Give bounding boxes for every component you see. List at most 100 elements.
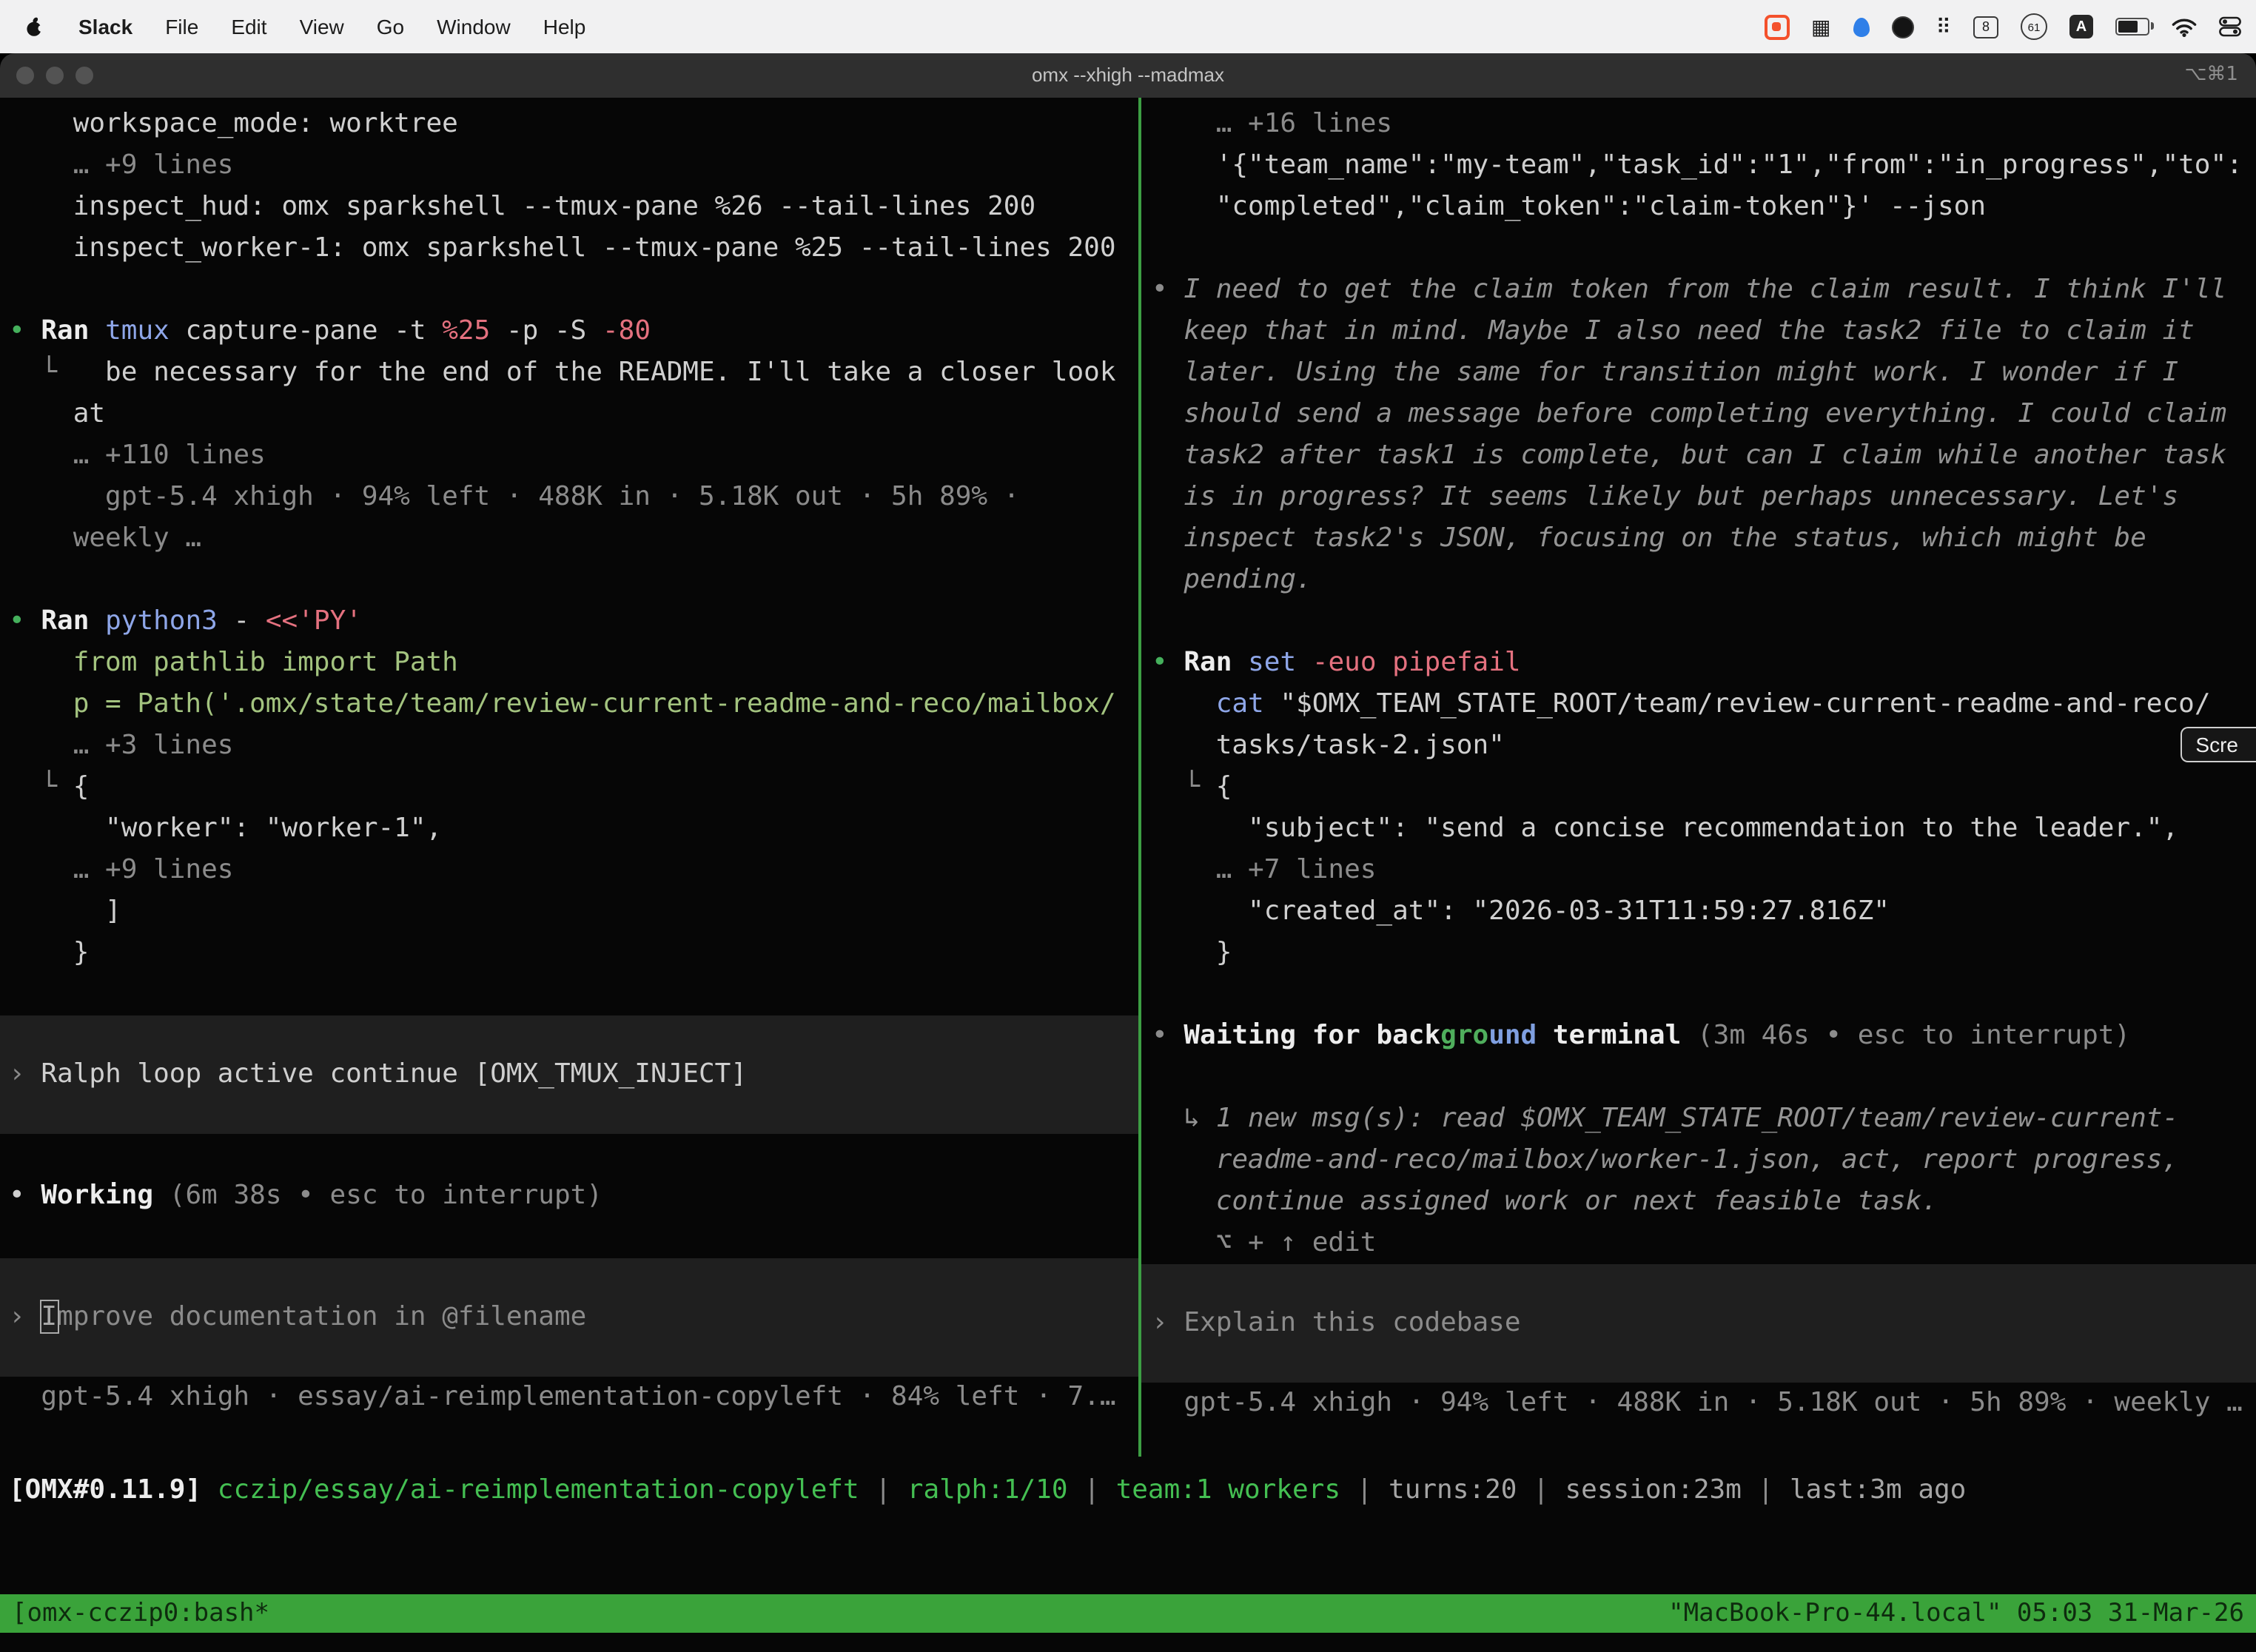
control-center-icon[interactable] xyxy=(2219,16,2241,37)
menu-item-file[interactable]: File xyxy=(149,0,215,53)
composer-suggestion[interactable]: › Explain this codebase xyxy=(1141,1264,2256,1383)
text-segment: … +110 lines xyxy=(73,440,266,471)
menu-item-view[interactable]: View xyxy=(283,0,360,53)
terminal-line: p = Path('.omx/state/team/review-current… xyxy=(0,684,1138,725)
terminal-line: … +3 lines xyxy=(0,725,1138,767)
menu-item-go[interactable]: Go xyxy=(360,0,420,53)
raindrop-icon[interactable] xyxy=(1853,17,1869,36)
left-terminal-pane[interactable]: workspace_mode: worktree … +9 lines inspec… xyxy=(0,98,1138,1457)
terminal-line: "worker": "worker-1", xyxy=(0,808,1138,850)
dots-grid-icon[interactable]: ⠿ xyxy=(1936,14,1951,39)
terminal-line: } xyxy=(1141,933,2256,974)
tmux-host-clock: "MacBook-Pro-44.local" 05:03 31-Mar-26 xyxy=(1668,1599,2244,1628)
composer-input[interactable]: › Improve documentation in @filename xyxy=(0,1258,1138,1377)
terminal-line: … +110 lines xyxy=(0,435,1138,477)
text-segment: turns:20 xyxy=(1389,1474,1517,1505)
text-segment: Ran xyxy=(41,605,105,637)
text-segment: } xyxy=(73,937,90,968)
text-segment: ralph:1/10 xyxy=(907,1474,1068,1505)
text-segment: "created_at": "2026-03-31T11:59:27.816Z" xyxy=(1248,896,1890,927)
text-segment: task2 after task1 is complete, but can I… xyxy=(1184,440,2226,471)
terminal-line: tasks/task-2.json" xyxy=(1141,725,2256,767)
menu-item-window[interactable]: Window xyxy=(420,0,527,53)
apple-menu-icon[interactable] xyxy=(0,16,62,38)
screen-recording-icon[interactable] xyxy=(1764,14,1789,39)
text-segment: [OMX#0.11.9] xyxy=(9,1474,218,1505)
text-segment: Ran xyxy=(41,315,105,346)
text-segment: | xyxy=(1517,1474,1565,1505)
text-segment: mprove documentation in @filename xyxy=(57,1301,586,1332)
text-segment: … +9 lines xyxy=(73,150,234,181)
terminal-line: └ { xyxy=(0,767,1138,808)
text-segment: be necessary for the end of the README. … xyxy=(57,357,1116,388)
text-segment: gpt-5.4 xhigh · 94% left · 488K in · 5.1… xyxy=(105,481,1019,512)
terminal-line: › Improve documentation in @filename xyxy=(0,1297,1138,1338)
terminal-line: … +9 lines xyxy=(0,145,1138,187)
text-segment: | xyxy=(1742,1474,1790,1505)
text-segment: • xyxy=(1152,274,1184,305)
keyboard-8-icon[interactable]: 8 xyxy=(1973,16,1998,38)
terminal-line: └ be necessary for the end of the README… xyxy=(0,352,1138,394)
terminal-line: • Ran python3 - <<'PY' xyxy=(0,601,1138,642)
menu-app-name[interactable]: Slack xyxy=(62,0,149,53)
gauge-61-icon[interactable]: 61 xyxy=(2021,13,2047,40)
text-segment: › xyxy=(9,1301,41,1332)
right-terminal-pane[interactable]: … +16 lines'{"team_name":"my-team","task… xyxy=(1141,98,2256,1457)
terminal-line: readme-and-reco/mailbox/worker-1.json, a… xyxy=(1141,1140,2256,1181)
terminal-line: later. Using the same for transition mig… xyxy=(1141,352,2256,394)
text-segment: -p -S xyxy=(490,315,602,346)
text-segment: } xyxy=(1216,937,1232,968)
text-segment: <<'PY' xyxy=(266,605,362,637)
text-segment: weekly … xyxy=(73,523,201,554)
menu-item-help[interactable]: Help xyxy=(527,0,602,53)
text-segment: { xyxy=(73,771,90,802)
wifi-icon[interactable] xyxy=(2172,17,2197,36)
text-segment: › xyxy=(9,1058,41,1089)
screenshot-popup[interactable]: Scre xyxy=(2181,727,2256,762)
text-segment: ↳ 1 new msg(s): read $OMX_TEAM_STATE_ROO… xyxy=(1184,1103,2178,1134)
terminal-line: › Explain this codebase xyxy=(1141,1303,2256,1344)
text-segment: (6m 38s • esc to interrupt) xyxy=(169,1180,602,1211)
text-segment: last:3m ago xyxy=(1790,1474,1966,1505)
text-segment: workspace_mode: worktree xyxy=(73,108,458,139)
text-segment: capture-pane -t xyxy=(185,315,442,346)
text-segment: └ xyxy=(41,771,73,802)
window-grid-icon[interactable]: ▦ xyxy=(1811,14,1830,39)
text-segment: … +9 lines xyxy=(73,854,234,885)
text-segment: continue assigned work or next feasible … xyxy=(1216,1186,1938,1217)
text-segment: is in progress? It seems likely but perh… xyxy=(1184,481,2178,512)
blank-line xyxy=(1141,974,2256,1015)
menu-item-edit[interactable]: Edit xyxy=(215,0,283,53)
blank-line xyxy=(1141,601,2256,642)
ralph-loop-banner: › Ralph loop active continue [OMX_TMUX_I… xyxy=(0,1015,1138,1134)
terminal-line: inspect_worker-1: omx sparkshell --tmux-… xyxy=(0,228,1138,269)
text-segment: { xyxy=(1216,771,1232,802)
terminal-line: "subject": "send a concise recommendatio… xyxy=(1141,808,2256,850)
terminal-window: omx --xhigh --madmax ⌥⌘1 workspace_mode:… xyxy=(0,53,2256,1652)
text-segment: "subject": "send a concise recommendatio… xyxy=(1248,813,2178,844)
window-shortcut-hint: ⌥⌘1 xyxy=(2184,53,2238,98)
text-segment: "worker": "worker-1", xyxy=(105,813,442,844)
text-segment: - xyxy=(234,605,266,637)
terminal-line: … +9 lines xyxy=(0,850,1138,891)
terminal-line: › Ralph loop active continue [OMX_TMUX_I… xyxy=(0,1054,1138,1095)
terminal-line: cat "$OMX_TEAM_STATE_ROOT/team/review-cu… xyxy=(1141,684,2256,725)
input-source-icon[interactable]: A xyxy=(2069,15,2093,38)
terminal-line: "completed","claim_token":"claim-token"}… xyxy=(1141,187,2256,228)
text-segment: inspect_hud: omx sparkshell --tmux-pane … xyxy=(73,191,1035,222)
text-segment: cat xyxy=(1216,688,1280,719)
text-segment: -euo pipefail xyxy=(1312,647,1521,678)
text-segment: python3 xyxy=(105,605,233,637)
text-segment: "$OMX_TEAM_STATE_ROOT/team/review-curren… xyxy=(1280,688,2210,719)
text-segment: inspect task2's JSON, focusing on the st… xyxy=(1184,523,2146,554)
text-segment: Ran xyxy=(1184,647,1248,678)
battery-icon[interactable] xyxy=(2115,18,2149,36)
disk-icon[interactable] xyxy=(1891,16,1913,38)
text-segment: tasks/task-2.json" xyxy=(1216,730,1505,761)
text-segment: | xyxy=(859,1474,907,1505)
text-segment: I need to get the claim token from the c… xyxy=(1184,274,2226,305)
text-segment: gpt-5.4 xhigh · essay/ai-reimplementatio… xyxy=(41,1381,1115,1412)
terminal-line: weekly … xyxy=(0,518,1138,560)
text-segment: … +7 lines xyxy=(1216,854,1377,885)
terminal-line: • Waiting for background terminal (3m 46… xyxy=(1141,1015,2256,1057)
